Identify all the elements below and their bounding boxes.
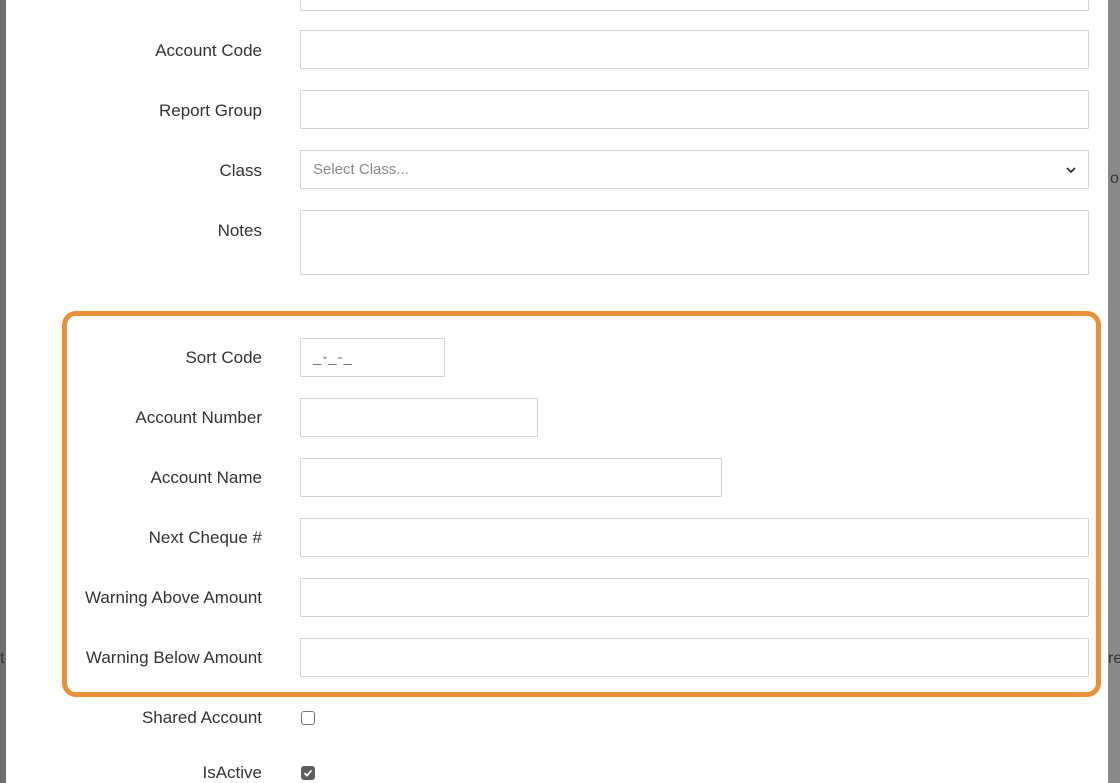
warning-above-input[interactable] (300, 578, 1089, 617)
report-group-input[interactable] (300, 90, 1089, 129)
class-label: Class (219, 161, 262, 180)
backdrop-text: o (1110, 170, 1119, 187)
next-cheque-label: Next Cheque # (148, 528, 262, 547)
is-active-label: IsActive (202, 763, 262, 782)
class-select-value: Select Class... (313, 161, 409, 178)
account-code-input[interactable] (300, 30, 1089, 69)
warning-below-input[interactable] (300, 638, 1089, 677)
sort-code-input[interactable] (300, 338, 445, 377)
sort-code-label: Sort Code (185, 348, 262, 367)
account-code-label: Account Code (155, 41, 262, 60)
chevron-down-icon (1066, 166, 1076, 173)
warning-above-label: Warning Above Amount (84, 588, 262, 607)
is-active-checkbox[interactable] (301, 766, 315, 780)
notes-textarea[interactable] (300, 210, 1089, 275)
account-number-label: Account Number (135, 408, 262, 427)
shared-account-label: Shared Account (141, 708, 262, 727)
cut-off-field[interactable] (300, 0, 1089, 11)
shared-account-checkbox[interactable] (301, 711, 315, 725)
account-name-label: Account Name (150, 468, 263, 487)
warning-below-label: Warning Below Amount (85, 648, 262, 667)
class-select[interactable]: Select Class... (300, 150, 1089, 189)
account-number-input[interactable] (300, 398, 538, 437)
report-group-label: Report Group (159, 101, 262, 120)
notes-label: Notes (217, 221, 262, 240)
bank-account-modal: Account Code Report Group Class Select C… (6, 0, 1108, 783)
next-cheque-input[interactable] (300, 518, 1089, 557)
checkmark-icon (303, 769, 313, 777)
backdrop-text: t (0, 650, 5, 667)
account-name-input[interactable] (300, 458, 722, 497)
backdrop-text: re (1108, 650, 1120, 667)
